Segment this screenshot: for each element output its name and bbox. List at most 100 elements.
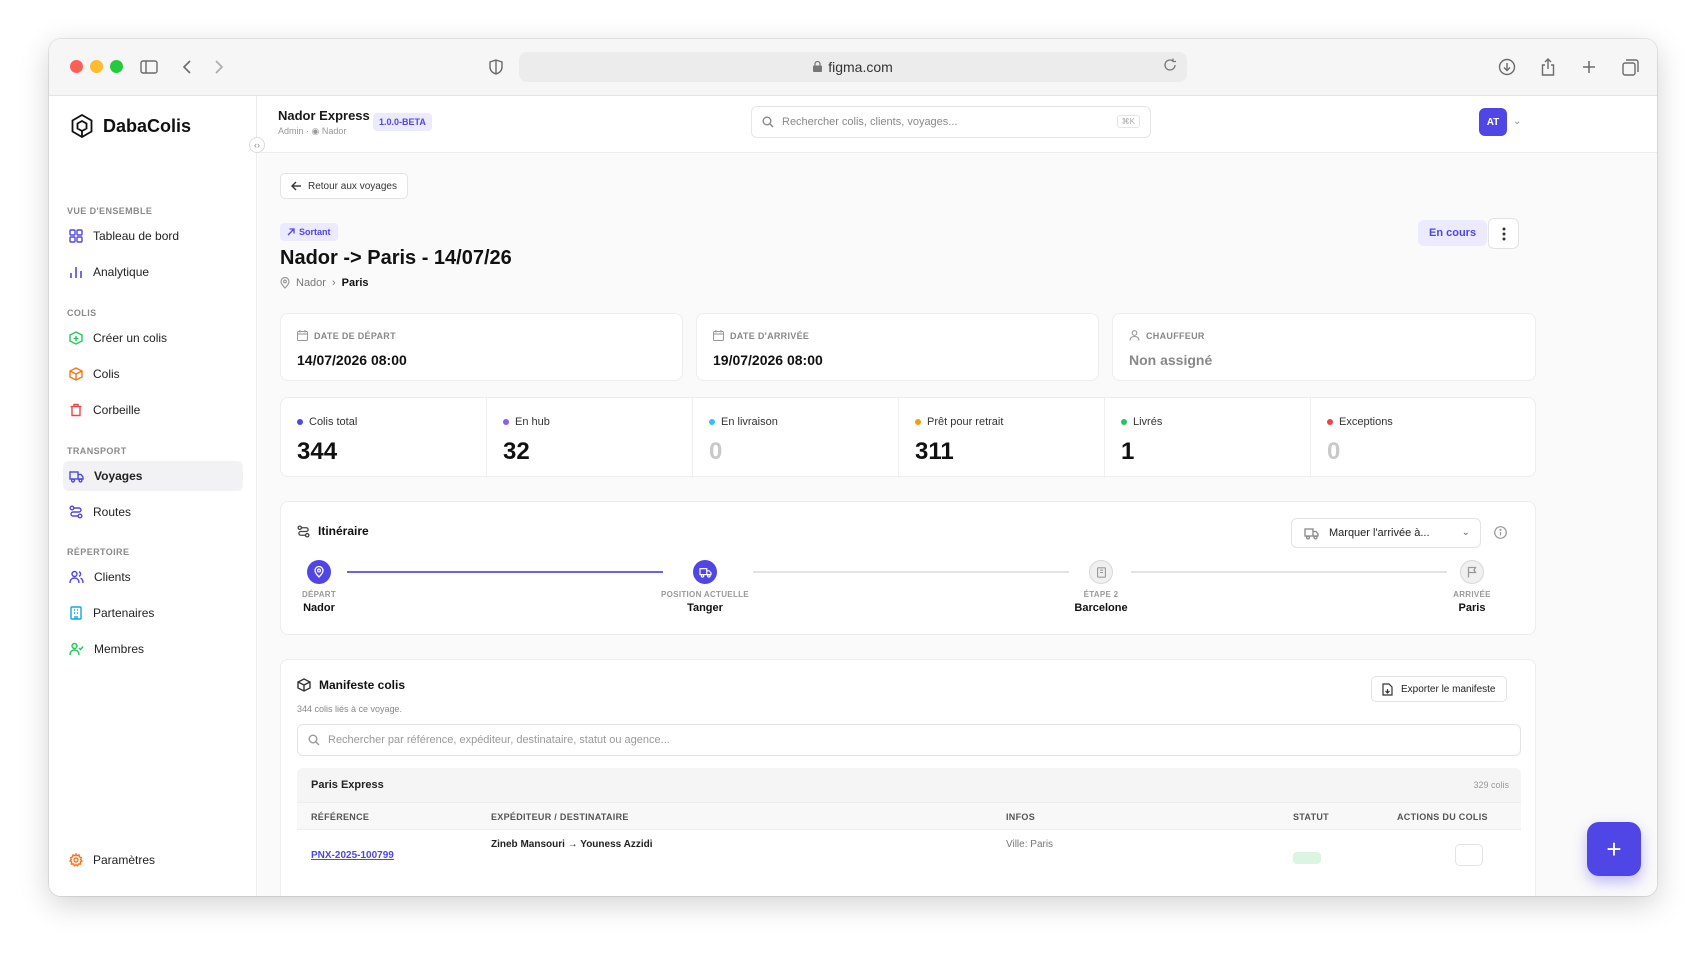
column-header-info: INFOS <box>1006 812 1036 822</box>
itinerary-track-pending <box>753 571 1069 573</box>
stat-delivered: Livrés 1 <box>1105 398 1311 478</box>
parcel-reference-link[interactable]: PNX-2025-100799 <box>311 850 394 861</box>
more-options-button[interactable] <box>1488 218 1519 249</box>
back-to-trips-button[interactable]: Retour aux voyages <box>280 173 408 199</box>
back-label: Retour aux voyages <box>308 180 397 192</box>
manifest-search-placeholder: Rechercher par référence, expéditeur, de… <box>328 734 670 746</box>
stat-label-text: En livraison <box>721 416 778 428</box>
itinerary-title: Itinéraire <box>297 524 369 538</box>
stat-total: Colis total 344 <box>281 398 487 478</box>
collapse-sidebar-button[interactable]: ‹› <box>249 137 265 153</box>
stat-label: Livrés <box>1121 416 1162 428</box>
search-placeholder: Rechercher colis, clients, voyages... <box>782 116 958 128</box>
stat-value: 0 <box>1327 438 1341 465</box>
sidebar-item-create-parcel[interactable]: Créer un colis <box>63 323 243 353</box>
more-vertical-icon <box>1502 227 1505 240</box>
row-action-button[interactable] <box>1455 844 1483 866</box>
sidebar-item-settings[interactable]: Paramètres <box>63 845 243 875</box>
step-label: ARRIVÉE <box>1453 590 1491 599</box>
global-search-input[interactable]: Rechercher colis, clients, voyages... ⌘K <box>751 106 1151 138</box>
new-tab-icon[interactable] <box>1577 55 1601 79</box>
user-role: Admin <box>278 126 304 136</box>
route-icon <box>69 505 83 519</box>
maximize-window-button[interactable] <box>110 60 123 73</box>
sidebar-item-label: Créer un colis <box>93 331 168 345</box>
share-icon[interactable] <box>1536 55 1560 79</box>
column-header-actions: ACTIONS DU COLIS <box>1397 812 1488 822</box>
download-icon[interactable] <box>1495 55 1519 79</box>
close-window-button[interactable] <box>70 60 83 73</box>
add-fab-button[interactable]: + <box>1587 822 1641 876</box>
agency-group-header[interactable]: Paris Express 329 colis <box>297 768 1521 802</box>
app-logo[interactable]: DabaColis <box>71 114 191 138</box>
browser-window: figma.com DabaColis ‹› VUE D'ENSEMBLE Ta… <box>49 39 1657 896</box>
itinerary-title-text: Itinéraire <box>318 524 369 538</box>
mark-arrival-select[interactable]: Marquer l'arrivée à... ⌄ <box>1291 518 1481 548</box>
export-manifest-button[interactable]: Exporter le manifeste <box>1371 676 1507 702</box>
info-icon[interactable] <box>1494 526 1507 544</box>
user-avatar[interactable]: AT <box>1479 108 1507 136</box>
address-bar[interactable]: figma.com <box>519 52 1187 82</box>
stat-value: 1 <box>1121 438 1135 465</box>
file-export-icon <box>1382 682 1393 696</box>
stat-label: En hub <box>503 416 550 428</box>
page-title: Nador -> Paris - 14/07/26 <box>280 247 512 269</box>
package-plus-icon <box>69 331 83 345</box>
manifest-subtitle: 344 colis liés à ce voyage. <box>297 704 403 714</box>
minimize-window-button[interactable] <box>90 60 103 73</box>
manifest-table-header: RÉFÉRENCE EXPÉDITEUR / DESTINATAIRE INFO… <box>297 802 1521 830</box>
driver-label-text: CHAUFFEUR <box>1146 330 1205 341</box>
sidebar-item-routes[interactable]: Routes <box>63 497 243 527</box>
manifest-title-text: Manifeste colis <box>319 678 406 692</box>
sidebar-item-label: Membres <box>94 642 145 656</box>
trash-icon <box>70 403 82 417</box>
status-dot <box>1327 419 1333 425</box>
sidebar-item-members[interactable]: Membres <box>63 634 243 664</box>
tabs-overview-icon[interactable] <box>1618 55 1642 79</box>
sidebar-item-parcels[interactable]: Colis <box>63 359 243 389</box>
sidebar-item-trips[interactable]: Voyages <box>63 461 243 491</box>
sidebar-item-label: Colis <box>93 367 120 381</box>
sidebar-item-clients[interactable]: Clients <box>63 562 243 592</box>
table-row[interactable]: PNX-2025-100799 Zineb Mansouri → Youness… <box>297 830 1521 870</box>
manifest-card: Manifeste colis 344 colis liés à ce voya… <box>280 659 1536 896</box>
search-icon <box>308 734 320 746</box>
departure-date-card: DATE DE DÉPART 14/07/2026 08:00 <box>280 313 683 381</box>
sidebar-item-label: Voyages <box>94 469 143 483</box>
sidebar-item-label: Routes <box>93 505 132 519</box>
browser-toolbar: figma.com <box>49 39 1657 96</box>
dashboard-icon <box>69 229 83 243</box>
bar-chart-icon <box>70 267 82 278</box>
manifest-search-input[interactable]: Rechercher par référence, expéditeur, de… <box>297 724 1521 756</box>
sidebar-item-trash[interactable]: Corbeille <box>63 395 243 425</box>
itinerary-card: Itinéraire Marquer l'arrivée à... ⌄ DÉPA… <box>280 501 1536 635</box>
organization-meta: Admin · ◉ Nador <box>278 126 346 137</box>
shield-icon[interactable] <box>484 55 508 79</box>
app-name: DabaColis <box>103 115 192 136</box>
map-pin-icon <box>280 277 290 289</box>
status-dot <box>709 419 715 425</box>
sidebar-item-dashboard[interactable]: Tableau de bord <box>63 221 243 251</box>
direction-badge: Sortant <box>280 223 338 241</box>
stat-label-text: Colis total <box>309 416 358 428</box>
column-header-sender-recipient: EXPÉDITEUR / DESTINATAIRE <box>491 812 629 822</box>
reload-icon[interactable] <box>1163 58 1177 75</box>
sidebar-item-analytics[interactable]: Analytique <box>63 257 243 287</box>
forward-arrow-icon[interactable] <box>207 55 231 79</box>
truck-icon <box>693 560 717 584</box>
calendar-icon <box>297 330 308 341</box>
chevron-down-icon[interactable]: ⌄ <box>1513 116 1521 127</box>
stat-label: Exceptions <box>1327 416 1393 428</box>
back-arrow-icon[interactable] <box>175 55 199 79</box>
section-label-transport: TRANSPORT <box>67 446 127 456</box>
organization-location: Nador <box>321 126 347 136</box>
status-dot <box>503 419 509 425</box>
stat-label: Prêt pour retrait <box>915 416 1003 428</box>
arrow-up-right-icon <box>287 228 295 236</box>
url-text: figma.com <box>828 59 893 75</box>
stat-value: 311 <box>915 438 954 465</box>
arrival-date-label: DATE D'ARRIVÉE <box>713 330 809 341</box>
stat-value: 0 <box>709 438 723 465</box>
sidebar-toggle-icon[interactable] <box>137 55 161 79</box>
sidebar-item-partners[interactable]: Partenaires <box>63 598 243 628</box>
